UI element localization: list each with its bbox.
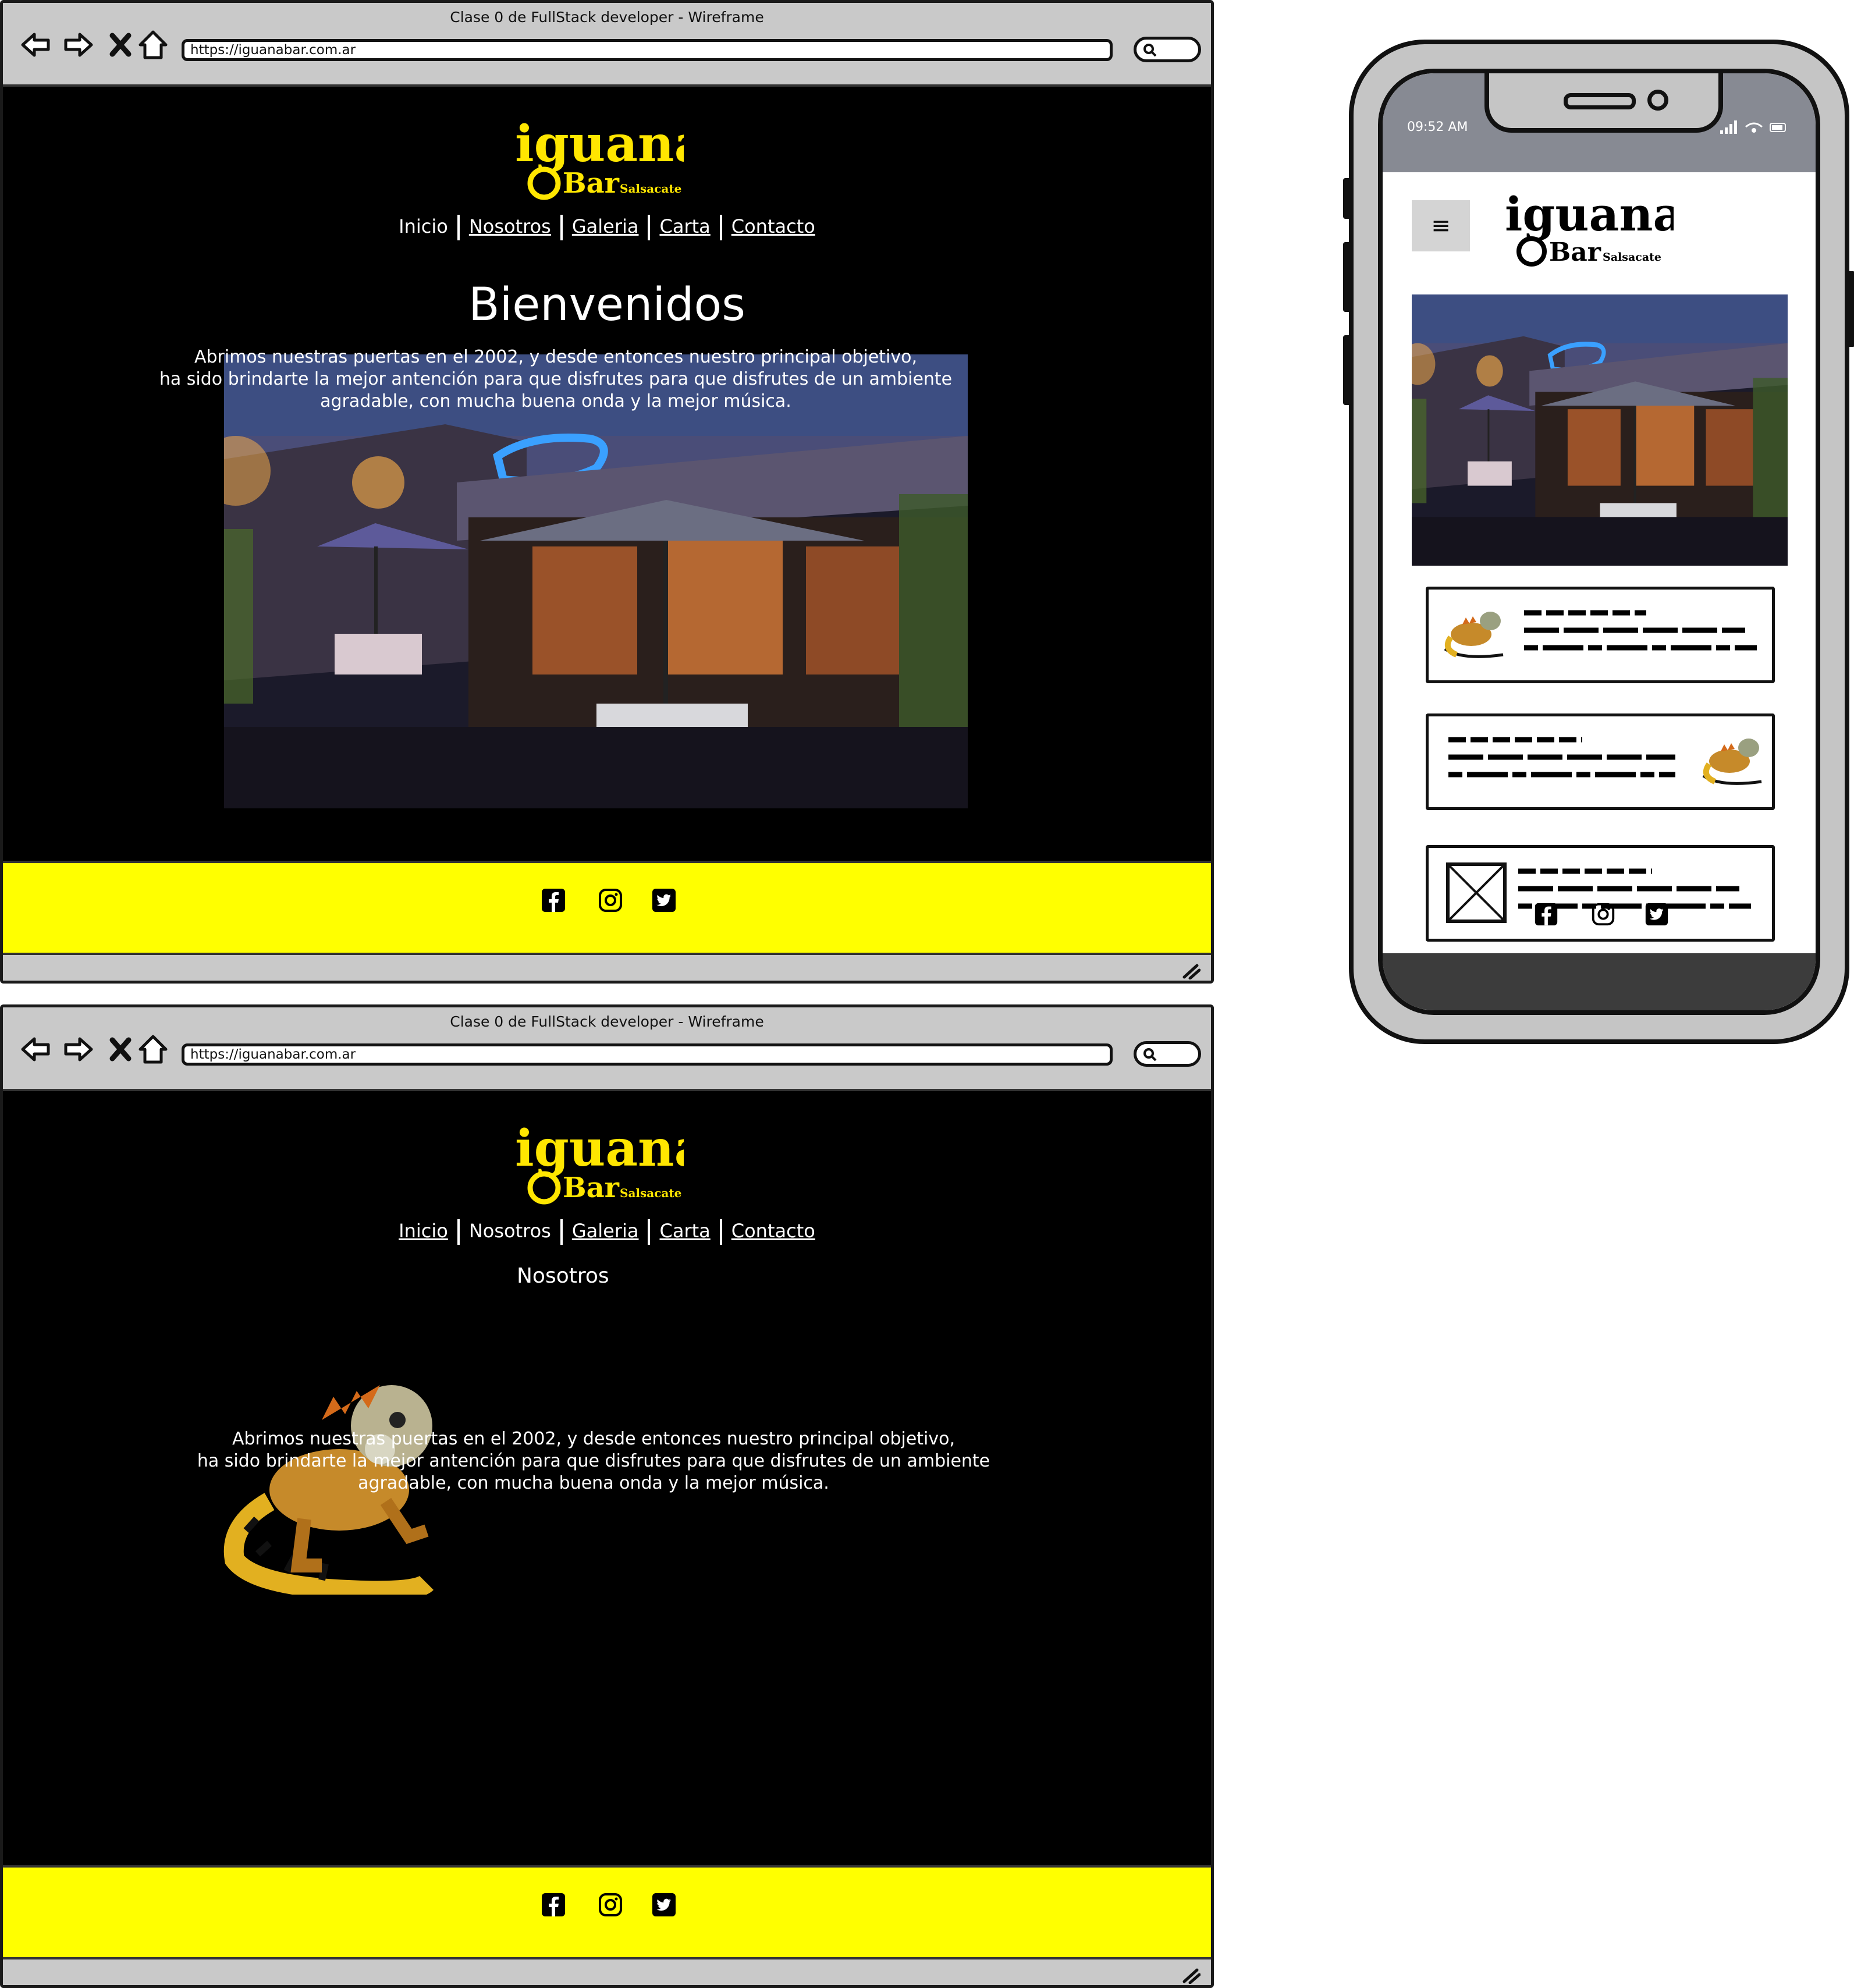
iguana-bar-logo[interactable]: iguana Bar Salsacate bbox=[515, 120, 684, 208]
about-text: Abrimos nuestras puertas en el 2002, y d… bbox=[197, 1429, 990, 1493]
phone-power-button bbox=[1847, 271, 1854, 347]
close-icon[interactable] bbox=[103, 27, 138, 62]
nav-contacto[interactable]: Contacto bbox=[722, 1220, 825, 1242]
search-field[interactable] bbox=[1134, 37, 1201, 62]
resize-grip-icon[interactable] bbox=[1181, 1966, 1201, 1984]
placeholder-text-scribble bbox=[1524, 610, 1757, 651]
bar-terrace-photo bbox=[224, 354, 968, 808]
welcome-text: Abrimos nuestras puertas en el 2002, y d… bbox=[159, 347, 953, 411]
mobile-footer bbox=[1383, 886, 1816, 950]
status-bar bbox=[3, 955, 1211, 981]
forward-icon[interactable] bbox=[61, 1032, 96, 1067]
forward-icon[interactable] bbox=[61, 27, 96, 62]
iguana-thumbnail bbox=[1697, 729, 1767, 793]
instagram-icon[interactable] bbox=[1590, 901, 1617, 928]
close-icon[interactable] bbox=[103, 1032, 138, 1067]
facebook-icon[interactable] bbox=[539, 1891, 567, 1919]
main-nav: Inicio Nosotros Galeria Carta Contacto bbox=[3, 1219, 1211, 1245]
svg-text:iguana: iguana bbox=[515, 120, 684, 173]
svg-text:Bar: Bar bbox=[563, 1172, 620, 1204]
speaker-icon bbox=[1564, 93, 1636, 109]
page-viewport: iguana Bar Salsacate InicioNosotrosGaler… bbox=[3, 87, 1211, 861]
address-bar[interactable]: https://iguanabar.com.ar bbox=[182, 39, 1113, 61]
twitter-icon[interactable] bbox=[650, 1891, 678, 1919]
phone-notch bbox=[1484, 73, 1723, 133]
resize-grip-icon[interactable] bbox=[1181, 962, 1201, 979]
svg-text:Salsacate: Salsacate bbox=[620, 1186, 681, 1200]
browser-chrome: Clase 0 de FullStack developer - Wirefra… bbox=[3, 3, 1211, 87]
nav-carta[interactable]: Carta bbox=[650, 1220, 719, 1242]
signal-wifi-battery-icons bbox=[1720, 120, 1786, 134]
nav-inicio[interactable]: Inicio bbox=[389, 215, 457, 237]
bar-terrace-photo bbox=[1412, 294, 1788, 566]
browser-window-nosotros: Clase 0 de FullStack developer - Wirefra… bbox=[0, 1004, 1214, 1988]
iguana-thumbnail bbox=[1439, 602, 1509, 666]
search-icon bbox=[1143, 44, 1157, 57]
instagram-icon[interactable] bbox=[596, 886, 624, 914]
address-bar[interactable]: https://iguanabar.com.ar bbox=[182, 1043, 1113, 1066]
iguana-bar-logo[interactable]: iguana Bar Salsacate bbox=[515, 1125, 684, 1212]
twitter-icon[interactable] bbox=[1643, 901, 1670, 928]
placeholder-text-scribble bbox=[1448, 737, 1675, 778]
search-field[interactable] bbox=[1134, 1041, 1201, 1067]
nav-carta[interactable]: Carta bbox=[650, 215, 719, 237]
phone-bottom-bar bbox=[1383, 953, 1816, 1010]
nav-galeria[interactable]: Galeria bbox=[563, 215, 648, 237]
content-card[interactable] bbox=[1426, 587, 1775, 683]
phone-volume-button bbox=[1343, 335, 1351, 405]
instagram-icon[interactable] bbox=[596, 1891, 624, 1919]
about-heading: Nosotros bbox=[517, 1264, 609, 1288]
phone-clock: 09:52 AM bbox=[1407, 120, 1468, 134]
main-nav: Inicio Nosotros Galeria Carta Contacto bbox=[3, 215, 1211, 240]
camera-icon bbox=[1647, 90, 1668, 111]
nav-inicio[interactable]: Inicio bbox=[389, 1220, 457, 1242]
svg-text:iguana: iguana bbox=[1505, 193, 1674, 242]
mobile-phone-mockup: 09:52 AM ≡ iguana Bar Salsacate bbox=[1343, 40, 1854, 1044]
window-title: Clase 0 de FullStack developer - Wirefra… bbox=[450, 9, 764, 26]
nav-nosotros[interactable]: Nosotros bbox=[460, 215, 560, 237]
status-bar bbox=[3, 1959, 1211, 1985]
svg-text:Bar: Bar bbox=[1549, 237, 1601, 267]
welcome-heading: Bienvenidos bbox=[468, 279, 745, 331]
facebook-icon[interactable] bbox=[1533, 901, 1560, 928]
window-title: Clase 0 de FullStack developer - Wirefra… bbox=[450, 1013, 764, 1030]
content-card[interactable] bbox=[1426, 713, 1775, 810]
iguana-bar-logo[interactable]: iguana Bar Salsacate bbox=[1505, 193, 1674, 275]
phone-status-bar: 09:52 AM bbox=[1383, 73, 1816, 172]
back-icon[interactable] bbox=[18, 27, 53, 62]
twitter-icon[interactable] bbox=[650, 886, 678, 914]
home-icon[interactable] bbox=[136, 27, 171, 62]
phone-screen: 09:52 AM ≡ iguana Bar Salsacate bbox=[1378, 69, 1820, 1015]
nav-galeria[interactable]: Galeria bbox=[563, 1220, 648, 1242]
nav-contacto[interactable]: Contacto bbox=[722, 215, 825, 237]
browser-chrome: Clase 0 de FullStack developer - Wirefra… bbox=[3, 1007, 1211, 1091]
nav-nosotros[interactable]: Nosotros bbox=[460, 1220, 560, 1242]
svg-text:iguana: iguana bbox=[515, 1125, 684, 1178]
facebook-icon[interactable] bbox=[539, 886, 567, 914]
svg-text:Salsacate: Salsacate bbox=[620, 182, 681, 196]
search-icon bbox=[1143, 1048, 1157, 1062]
footer bbox=[3, 861, 1211, 955]
browser-window-home: Clase 0 de FullStack developer - Wirefra… bbox=[0, 0, 1214, 984]
svg-text:Salsacate: Salsacate bbox=[1603, 251, 1661, 264]
phone-side-button bbox=[1343, 178, 1351, 219]
svg-text:Bar: Bar bbox=[563, 167, 620, 200]
back-icon[interactable] bbox=[18, 1032, 53, 1067]
home-icon[interactable] bbox=[136, 1032, 171, 1067]
hamburger-menu-button[interactable]: ≡ bbox=[1412, 200, 1470, 251]
footer bbox=[3, 1865, 1211, 1959]
phone-volume-button bbox=[1343, 242, 1351, 312]
